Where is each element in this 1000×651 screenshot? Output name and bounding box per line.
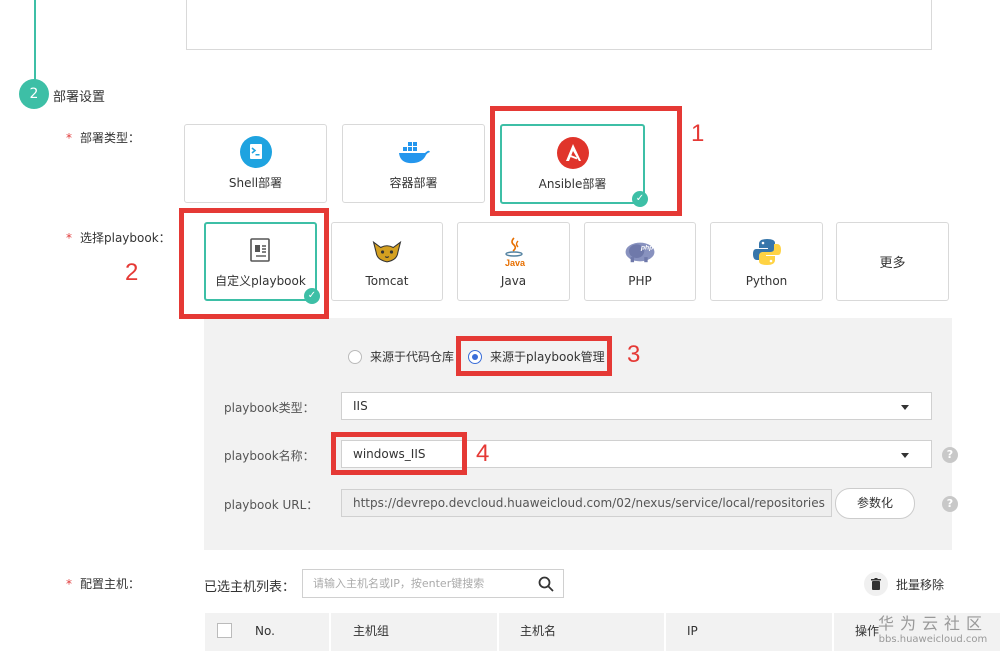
batch-remove-button[interactable]: 批量移除 [864, 572, 944, 596]
playbook-card-more[interactable]: 更多 [836, 222, 949, 301]
step-number-badge: 2 [19, 79, 49, 109]
column-separator [832, 613, 834, 651]
watermark: 华为云社区 bbs.huaweicloud.com [878, 610, 988, 645]
watermark-main: 华为云社区 [877, 614, 988, 633]
playbook-select-label: * 选择playbook： [66, 229, 171, 246]
help-icon[interactable]: ? [942, 496, 958, 512]
description-textarea[interactable] [186, 0, 932, 50]
column-separator [329, 613, 331, 651]
playbook-type-label: playbook类型： [224, 401, 315, 415]
column-header-host-group: 主机组 [353, 624, 390, 638]
step-connector-line [34, 0, 36, 80]
deploy-card-label: Shell部署 [228, 176, 283, 190]
annotation-number-3: 3 [627, 341, 641, 368]
select-all-checkbox[interactable] [217, 623, 232, 638]
playbook-card-label: 更多 [879, 256, 906, 271]
deploy-type-label: * 部署类型： [66, 129, 140, 146]
page: 2 部署设置 * 部署类型： Shell部署 容器部署 Ansible部署 ✓ *… [0, 0, 1000, 651]
playbook-url-label: playbook URL： [224, 498, 319, 512]
search-icon[interactable] [538, 576, 554, 592]
column-separator [664, 613, 666, 651]
radio-button[interactable] [348, 349, 362, 364]
docker-icon [397, 136, 431, 168]
column-header-ip: IP [687, 624, 698, 638]
trash-icon [864, 572, 888, 596]
source-option-repo[interactable]: 来源于代码仓库 [348, 348, 454, 365]
playbook-card-label: Python [745, 273, 788, 288]
playbook-card-label: Tomcat [365, 273, 409, 288]
playbook-card-label: PHP [628, 273, 652, 288]
watermark-sub: bbs.huaweicloud.com [878, 634, 988, 645]
annotation-box-3 [456, 336, 612, 376]
annotation-number-4: 4 [476, 440, 490, 467]
hosts-label-text: 配置主机： [80, 577, 141, 591]
python-icon [750, 236, 784, 268]
shell-icon [239, 136, 273, 168]
annotation-box-1 [490, 106, 682, 216]
playbook-card-tomcat[interactable]: Tomcat [331, 222, 443, 301]
column-header-no: No. [255, 624, 275, 638]
playbook-type-select[interactable]: IIS [341, 392, 932, 420]
playbook-name-label: playbook名称： [224, 449, 315, 463]
search-placeholder: 请输入主机名或IP，按enter键搜索 [313, 577, 485, 590]
batch-remove-label: 批量移除 [896, 577, 945, 592]
java-icon: Java [497, 236, 531, 268]
annotation-box-4 [331, 432, 467, 475]
annotation-number-1: 1 [691, 120, 705, 147]
playbook-card-python[interactable]: Python [710, 222, 823, 301]
hosts-label: * 配置主机： [66, 575, 140, 592]
chevron-down-icon [901, 405, 909, 410]
host-search-input[interactable]: 请输入主机名或IP，按enter键搜索 [302, 569, 564, 598]
selected-hosts-label: 已选主机列表： [204, 580, 296, 595]
playbook-card-java[interactable]: Java Java [457, 222, 570, 301]
playbook-card-php[interactable]: php PHP [584, 222, 696, 301]
required-mark: * [66, 577, 72, 591]
column-separator [497, 613, 499, 651]
playbook-url-field[interactable]: https://devrepo.devcloud.huaweicloud.com… [341, 489, 832, 517]
playbook-type-value: IIS [353, 399, 368, 413]
radio-label: 来源于代码仓库 [370, 350, 455, 364]
playbook-select-label-text: 选择playbook： [80, 231, 171, 245]
help-icon[interactable]: ? [942, 447, 958, 463]
column-header-host-name: 主机名 [520, 624, 557, 638]
svg-text:Java: Java [505, 258, 526, 268]
required-mark: * [66, 231, 72, 245]
playbook-card-label: Java [500, 273, 527, 288]
svg-text:php: php [640, 244, 653, 251]
php-icon: php [623, 236, 657, 268]
parameterize-button[interactable]: 参数化 [835, 488, 915, 519]
deploy-card-label: 容器部署 [389, 176, 438, 190]
section-title: 部署设置 [53, 90, 106, 105]
annotation-box-2 [179, 208, 329, 319]
deploy-card-shell[interactable]: Shell部署 [184, 124, 327, 203]
chevron-down-icon [901, 453, 909, 458]
deploy-card-container[interactable]: 容器部署 [342, 124, 485, 203]
column-header-actions: 操作 [855, 624, 880, 638]
required-mark: * [66, 131, 72, 145]
tomcat-icon [370, 236, 404, 268]
annotation-number-2: 2 [125, 259, 139, 286]
deploy-type-label-text: 部署类型： [80, 131, 141, 145]
